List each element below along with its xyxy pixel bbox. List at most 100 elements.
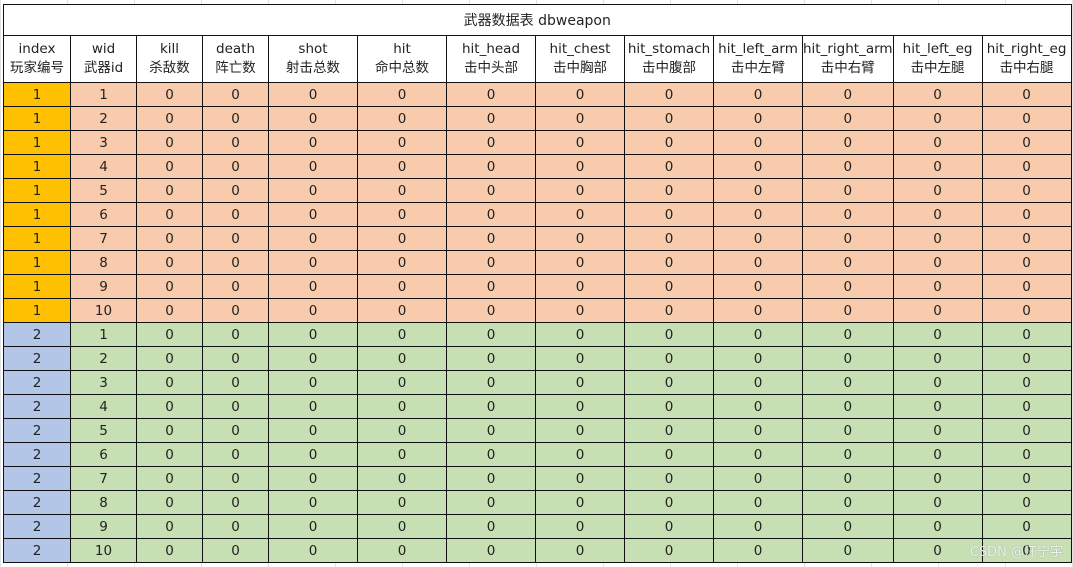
cell-index[interactable]: 2 (3, 538, 71, 563)
cell-hit-stomach[interactable]: 0 (624, 418, 714, 443)
cell-shot[interactable]: 0 (268, 418, 358, 443)
cell-hit-head[interactable]: 0 (446, 514, 536, 539)
cell-shot[interactable]: 0 (268, 346, 358, 371)
cell-hit-right-eg[interactable]: 0 (981, 274, 1072, 299)
cell-hit-right-eg[interactable]: 0 (981, 442, 1072, 467)
cell-hit-head[interactable]: 0 (446, 394, 536, 419)
cell-hit-chest[interactable]: 0 (535, 490, 625, 515)
cell-kill[interactable]: 0 (136, 490, 203, 515)
cell-hit-chest[interactable]: 0 (535, 418, 625, 443)
cell-shot[interactable]: 0 (268, 538, 358, 563)
cell-hit-head[interactable]: 0 (446, 370, 536, 395)
cell-hit-left-arm[interactable]: 0 (713, 226, 803, 251)
cell-hit-chest[interactable]: 0 (535, 178, 625, 203)
column-header-hit-right-arm[interactable]: hit_right_arm 击中右臂 (802, 35, 894, 83)
cell-wid[interactable]: 5 (70, 178, 137, 203)
cell-hit[interactable]: 0 (357, 466, 447, 491)
cell-hit-stomach[interactable]: 0 (624, 226, 714, 251)
cell-hit-chest[interactable]: 0 (535, 394, 625, 419)
cell-hit[interactable]: 0 (357, 154, 447, 179)
cell-hit-stomach[interactable]: 0 (624, 442, 714, 467)
cell-hit-left-arm[interactable]: 0 (713, 490, 803, 515)
column-header-hit-left-eg[interactable]: hit_left_eg 击中左腿 (892, 35, 983, 83)
cell-hit-left-arm[interactable]: 0 (713, 250, 803, 275)
cell-hit-left-arm[interactable]: 0 (713, 130, 803, 155)
cell-wid[interactable]: 10 (70, 538, 137, 563)
cell-wid[interactable]: 5 (70, 418, 137, 443)
cell-hit-stomach[interactable]: 0 (624, 250, 714, 275)
cell-hit-head[interactable]: 0 (446, 322, 536, 347)
cell-wid[interactable]: 3 (70, 370, 137, 395)
cell-index[interactable]: 2 (3, 394, 71, 419)
cell-hit-right-eg[interactable]: 0 (981, 346, 1072, 371)
cell-hit[interactable]: 0 (357, 298, 447, 323)
cell-hit-left-eg[interactable]: 0 (892, 106, 983, 131)
cell-hit-right-eg[interactable]: 0 (981, 466, 1072, 491)
cell-hit-left-eg[interactable]: 0 (892, 178, 983, 203)
cell-hit[interactable]: 0 (357, 274, 447, 299)
cell-kill[interactable]: 0 (136, 346, 203, 371)
column-header-hit-left-arm[interactable]: hit_left_arm 击中左臂 (713, 35, 803, 83)
cell-hit-stomach[interactable]: 0 (624, 466, 714, 491)
cell-hit[interactable]: 0 (357, 250, 447, 275)
cell-kill[interactable]: 0 (136, 250, 203, 275)
cell-hit-head[interactable]: 0 (446, 106, 536, 131)
cell-hit-left-eg[interactable]: 0 (892, 226, 983, 251)
cell-hit-head[interactable]: 0 (446, 418, 536, 443)
cell-hit-right-eg[interactable]: 0 (981, 154, 1072, 179)
cell-hit-stomach[interactable]: 0 (624, 490, 714, 515)
cell-index[interactable]: 2 (3, 322, 71, 347)
cell-death[interactable]: 0 (202, 538, 269, 563)
cell-hit-left-eg[interactable]: 0 (892, 538, 983, 563)
cell-shot[interactable]: 0 (268, 514, 358, 539)
cell-hit-left-eg[interactable]: 0 (892, 442, 983, 467)
column-header-death[interactable]: death 阵亡数 (202, 35, 269, 83)
cell-hit[interactable]: 0 (357, 346, 447, 371)
cell-hit-stomach[interactable]: 0 (624, 346, 714, 371)
cell-hit[interactable]: 0 (357, 370, 447, 395)
cell-death[interactable]: 0 (202, 346, 269, 371)
cell-kill[interactable]: 0 (136, 370, 203, 395)
cell-hit-left-eg[interactable]: 0 (892, 514, 983, 539)
cell-death[interactable]: 0 (202, 514, 269, 539)
cell-hit-right-arm[interactable]: 0 (802, 346, 894, 371)
cell-hit-head[interactable]: 0 (446, 178, 536, 203)
cell-index[interactable]: 2 (3, 466, 71, 491)
cell-kill[interactable]: 0 (136, 226, 203, 251)
cell-hit-right-arm[interactable]: 0 (802, 82, 894, 107)
cell-hit-right-arm[interactable]: 0 (802, 250, 894, 275)
cell-hit[interactable]: 0 (357, 82, 447, 107)
cell-kill[interactable]: 0 (136, 514, 203, 539)
cell-index[interactable]: 2 (3, 370, 71, 395)
cell-death[interactable]: 0 (202, 82, 269, 107)
cell-death[interactable]: 0 (202, 250, 269, 275)
cell-index[interactable]: 2 (3, 346, 71, 371)
cell-hit[interactable]: 0 (357, 178, 447, 203)
cell-hit-left-arm[interactable]: 0 (713, 178, 803, 203)
cell-index[interactable]: 1 (3, 274, 71, 299)
cell-hit-chest[interactable]: 0 (535, 274, 625, 299)
cell-index[interactable]: 1 (3, 202, 71, 227)
cell-index[interactable]: 2 (3, 490, 71, 515)
cell-hit-left-eg[interactable]: 0 (892, 130, 983, 155)
cell-hit-right-arm[interactable]: 0 (802, 202, 894, 227)
cell-hit[interactable]: 0 (357, 322, 447, 347)
cell-hit[interactable]: 0 (357, 514, 447, 539)
cell-death[interactable]: 0 (202, 442, 269, 467)
cell-index[interactable]: 2 (3, 514, 71, 539)
cell-hit-chest[interactable]: 0 (535, 106, 625, 131)
column-header-index[interactable]: index 玩家编号 (3, 35, 71, 83)
cell-wid[interactable]: 1 (70, 82, 137, 107)
cell-hit-right-arm[interactable]: 0 (802, 466, 894, 491)
cell-index[interactable]: 1 (3, 130, 71, 155)
cell-hit-left-arm[interactable]: 0 (713, 538, 803, 563)
cell-hit[interactable]: 0 (357, 418, 447, 443)
cell-hit-chest[interactable]: 0 (535, 538, 625, 563)
cell-hit-head[interactable]: 0 (446, 226, 536, 251)
cell-death[interactable]: 0 (202, 322, 269, 347)
cell-shot[interactable]: 0 (268, 82, 358, 107)
cell-death[interactable]: 0 (202, 418, 269, 443)
cell-hit-stomach[interactable]: 0 (624, 514, 714, 539)
cell-hit-left-eg[interactable]: 0 (892, 370, 983, 395)
cell-kill[interactable]: 0 (136, 202, 203, 227)
